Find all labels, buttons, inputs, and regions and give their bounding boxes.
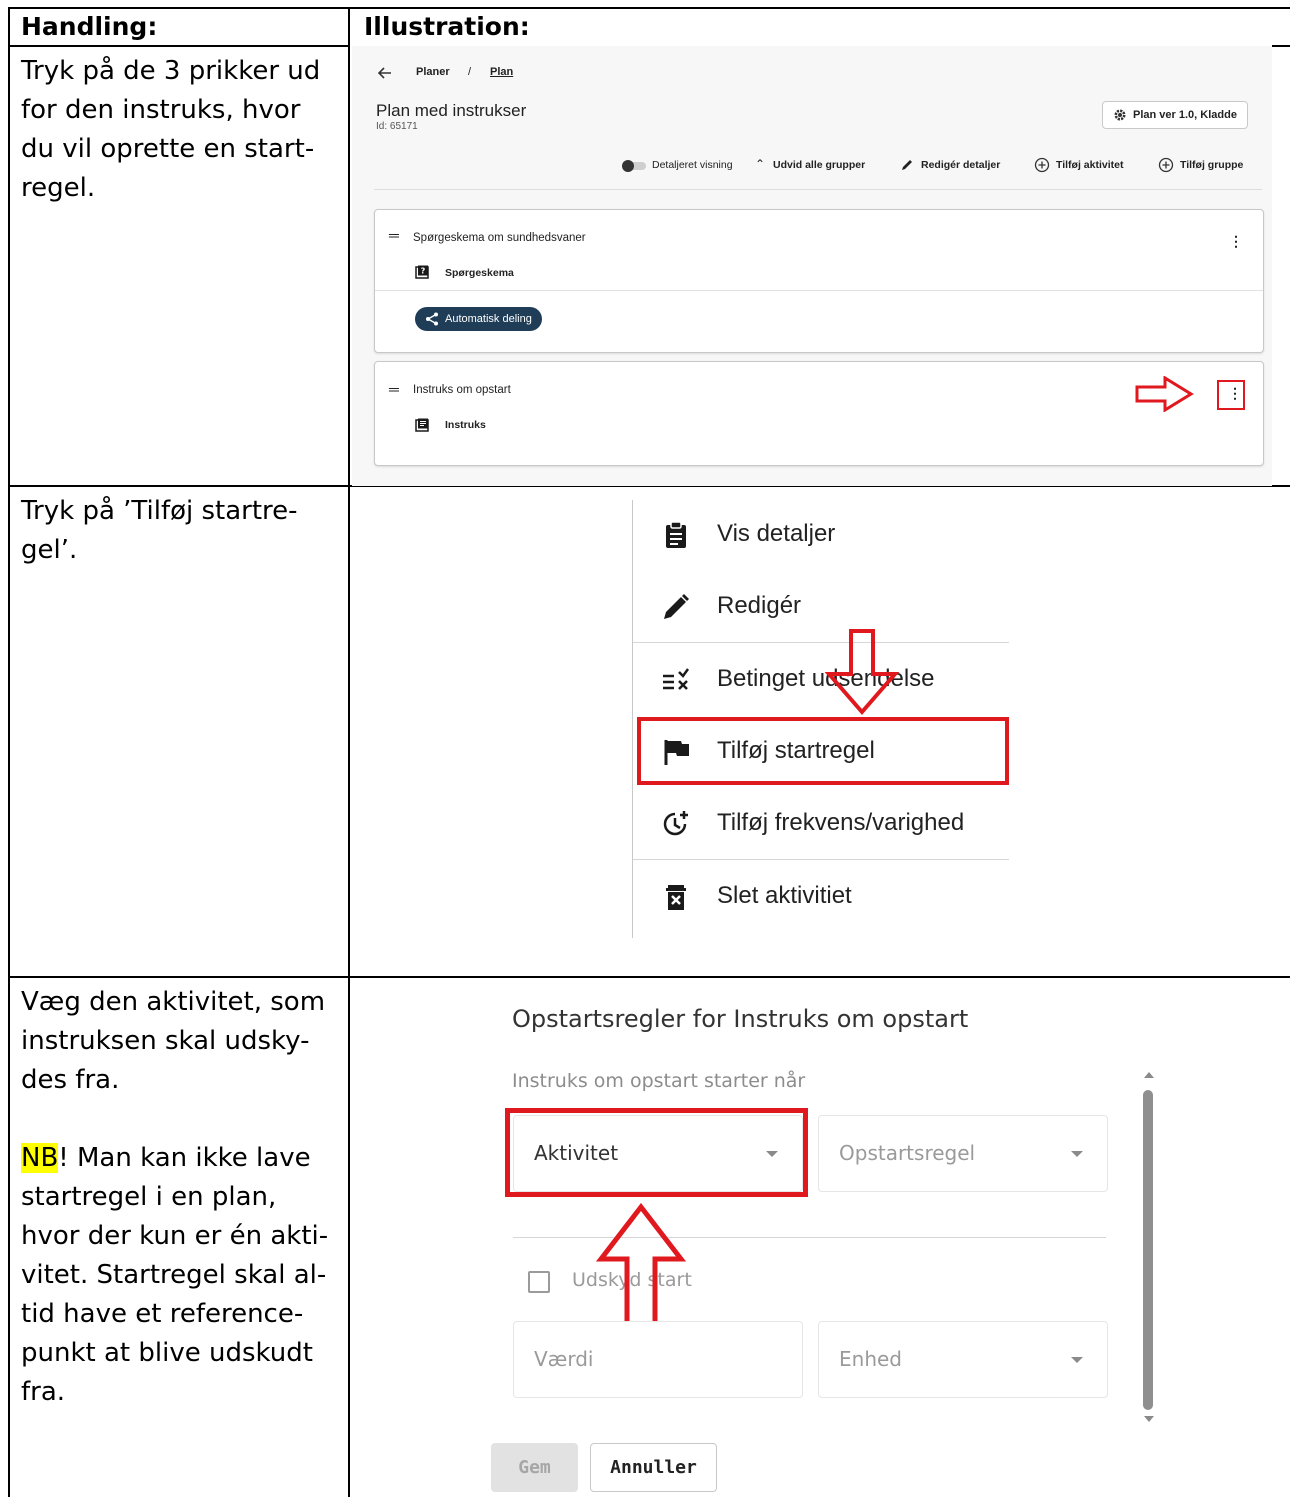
gear-icon [1114, 109, 1126, 121]
start-rule-select[interactable]: Opstartsregel [818, 1115, 1108, 1192]
table-border-top [8, 7, 1290, 9]
scroll-up-icon[interactable] [1144, 1072, 1154, 1078]
row3-instruction-block: Væg den aktivitet, som instruksen skal u… [21, 983, 341, 1412]
menu-label: Redigér [717, 592, 802, 619]
plan-version-button[interactable]: Plan ver 1.0, Kladde [1102, 101, 1248, 129]
menu-item-add-frequency[interactable]: Tilføj frekvens/varighed [633, 787, 1009, 859]
table-header-divider-right [1272, 45, 1290, 47]
edit-details-button[interactable]: Redigér detaljer [921, 159, 1000, 171]
row2-instruction: Tryk på ’Tilføj startre-gel’. [21, 496, 298, 565]
share-icon [426, 312, 438, 326]
drag-handle-icon[interactable]: ═ [389, 382, 399, 396]
plan-version-label: Plan ver 1.0, Kladde [1133, 109, 1237, 121]
back-arrow-icon[interactable] [376, 66, 392, 80]
column-header-handling: Handling: [21, 12, 158, 41]
questionnaire-icon: ? [415, 265, 429, 279]
plan-screenshot: Planer / Plan Plan med instrukser Id: 65… [352, 46, 1272, 486]
column-header-illustration: Illustration: [364, 12, 530, 41]
table-header-divider [8, 45, 350, 47]
more-vert-icon[interactable]: ⋮ [1228, 386, 1242, 400]
menu-label: Slet aktivitiet [717, 882, 852, 909]
unit-select[interactable]: Enhed [818, 1321, 1108, 1398]
menu-item-delete[interactable]: Slet aktivitiet [633, 860, 1009, 932]
nb-highlight: NB [21, 1143, 59, 1173]
dialog-title: Opstartsregler for Instruks om opstart [512, 1005, 969, 1033]
more-vert-icon[interactable]: ⋮ [1229, 234, 1243, 248]
scrollbar[interactable] [1140, 1070, 1158, 1428]
trash-icon [666, 885, 686, 910]
add-activity-button[interactable]: Tilføj aktivitet [1056, 159, 1124, 171]
card2-title: Instruks om opstart [413, 384, 511, 396]
card1-title: Spørgeskema om sundhedsvaner [413, 232, 586, 244]
chevron-down-icon [1071, 1151, 1083, 1157]
annotation-arrow-right-icon [1135, 376, 1194, 412]
plan-id: Id: 65171 [376, 121, 418, 132]
menu-item-edit[interactable]: Redigér [633, 570, 1009, 642]
unit-select-label: Enhed [839, 1347, 902, 1371]
clock-plus-icon [663, 811, 688, 836]
postpone-checkbox[interactable] [528, 1271, 550, 1293]
add-group-button[interactable]: Tilføj gruppe [1180, 159, 1243, 171]
menu-label: Tilføj frekvens/varighed [717, 809, 965, 836]
dialog-top-border [486, 978, 1154, 980]
row1-instruction: Tryk på de 3 prikker ud for den instruks… [21, 56, 321, 203]
breadcrumb-separator: / [468, 66, 472, 78]
row3-note-text: ! Man kan ikke lave startregel i en plan… [21, 1143, 329, 1407]
expand-groups-button[interactable]: Udvid alle grupper [773, 159, 865, 171]
card1-divider [375, 290, 1263, 291]
scrollbar-thumb[interactable] [1143, 1090, 1153, 1410]
pencil-icon [664, 594, 689, 619]
instruction-icon [415, 418, 429, 432]
annotation-highlight-box [637, 717, 1009, 785]
add-circle-icon [1158, 157, 1174, 173]
auto-share-chip[interactable]: Automatisk deling [415, 307, 542, 331]
breadcrumb-current[interactable]: Plan [490, 66, 513, 78]
menu-item-show-details[interactable]: Vis detaljer [633, 498, 1009, 570]
save-button[interactable]: Gem [491, 1443, 578, 1492]
page-title: Plan med instrukser [376, 101, 527, 120]
toolbar-divider [374, 189, 1262, 190]
value-field-placeholder: Værdi [534, 1347, 594, 1371]
menu-item-conditional-send[interactable]: Betinget udsendelse [633, 643, 1009, 715]
add-circle-icon [1034, 157, 1050, 173]
activity-card-instruction: ═ Instruks om opstart Instruks ⋮ [374, 361, 1264, 466]
checklist-x-icon [663, 668, 690, 690]
scroll-down-icon[interactable] [1144, 1416, 1154, 1422]
cancel-button-label: Annuller [610, 1457, 697, 1478]
card1-item[interactable]: Spørgeskema [445, 267, 514, 279]
card2-item[interactable]: Instruks [445, 419, 486, 431]
value-field[interactable]: Værdi [513, 1321, 803, 1398]
breadcrumb-parent[interactable]: Planer [416, 66, 450, 78]
table-border-left [8, 7, 10, 1497]
start-rule-select-label: Opstartsregel [839, 1141, 976, 1165]
table-col-divider [348, 7, 350, 1497]
annotation-arrow-down-icon [824, 629, 900, 716]
pencil-icon [902, 160, 912, 170]
auto-share-label: Automatisk deling [445, 313, 532, 325]
cancel-button[interactable]: Annuller [590, 1443, 717, 1492]
annotation-highlight-box [505, 1108, 808, 1197]
svg-text:?: ? [421, 267, 426, 276]
menu-label: Vis detaljer [717, 520, 836, 547]
dialog-subtitle: Instruks om opstart starter når [512, 1070, 806, 1092]
detail-toggle-label[interactable]: Detaljeret visning [652, 159, 733, 171]
row3-note: NB! Man kan ikke lave startregel i en pl… [21, 1139, 341, 1412]
drag-handle-icon[interactable]: ═ [389, 228, 399, 242]
chevron-down-icon [1071, 1357, 1083, 1363]
row3-instruction: Væg den aktivitet, som instruksen skal u… [21, 987, 326, 1095]
save-button-label: Gem [518, 1457, 551, 1478]
toggle-icon[interactable] [620, 159, 648, 173]
activity-card-questionnaire: ═ Spørgeskema om sundhedsvaner ⋮ ? Spørg… [374, 209, 1264, 353]
expand-icon: ⌃ [755, 157, 766, 171]
clipboard-icon [666, 521, 686, 548]
